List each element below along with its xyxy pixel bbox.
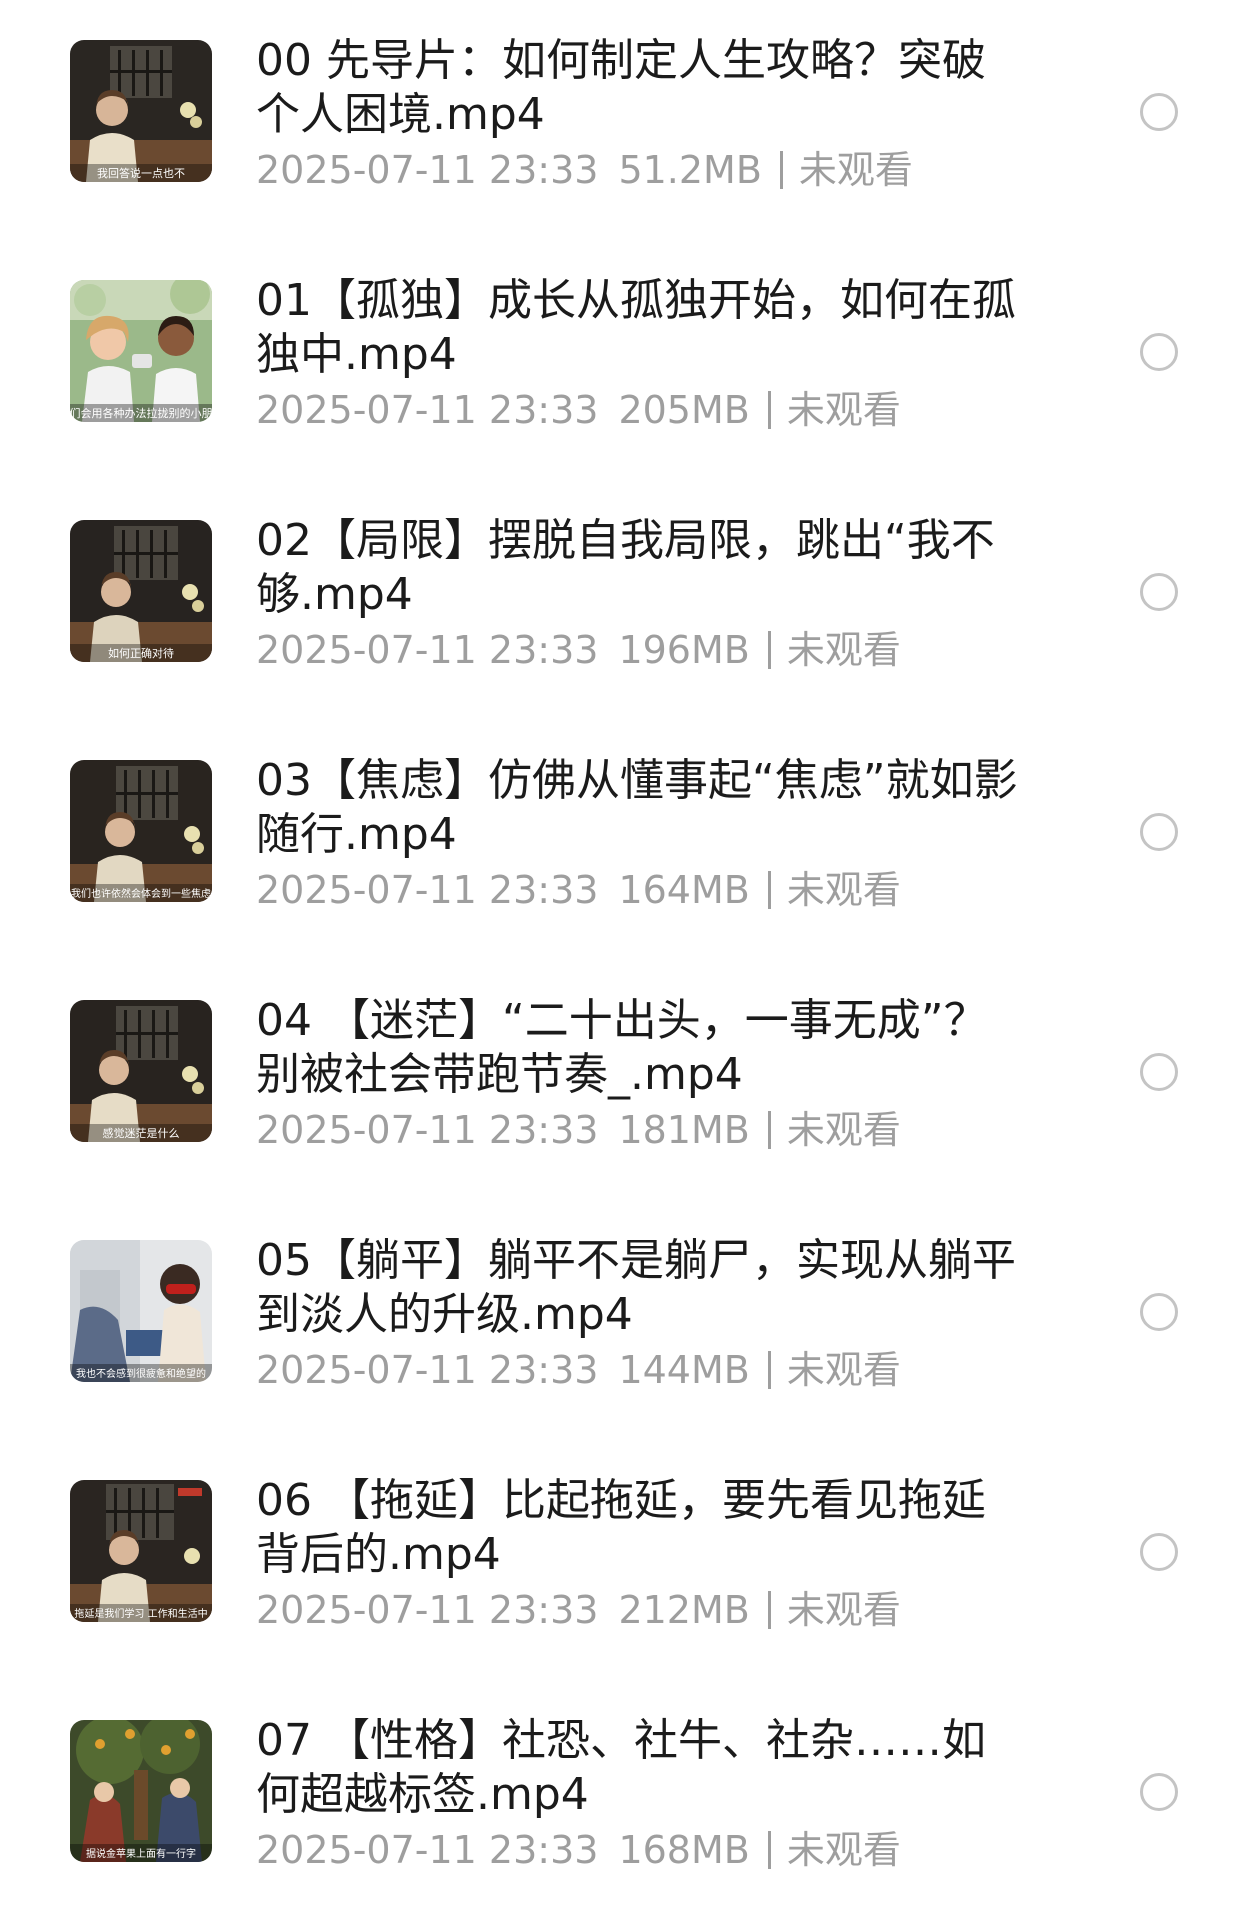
file-title[interactable]: 05【躺平】躺平不是躺尸，实现从躺平到淡人的升级.mp4 (256, 1234, 1026, 1342)
watch-status: 未观看 (786, 1828, 901, 1872)
file-title[interactable]: 03【焦虑】仿佛从懂事起“焦虑”就如影随行.mp4 (256, 754, 1026, 862)
video-thumbnail[interactable]: 我们也许依然会体会到一些焦虑 (70, 760, 212, 902)
file-title[interactable]: 07 【性格】社恐、社牛、社杂……如何超越标签.mp4 (256, 1714, 1026, 1822)
file-date: 2025-07-11 23:33 (256, 1108, 599, 1152)
file-row[interactable]: 拖延是我们学习 工作和生活中 06 【拖延】比起拖延，要先看见拖延背后的.mp4… (0, 1440, 1260, 1680)
meta-divider (767, 1831, 771, 1869)
file-meta: 2025-07-11 23:33 144MB 未观看 (256, 1346, 1056, 1394)
people-indoor-icon: 我也不会感到很疲惫和绝望的 (70, 1240, 212, 1382)
meta-divider (779, 151, 783, 189)
video-file-list: 我回答说一点也不 00 先导片：如何制定人生攻略？突破个人困境.mp4 2025… (0, 0, 1260, 1912)
file-row[interactable]: 我也不会感到很疲惫和绝望的 05【躺平】躺平不是躺尸，实现从躺平到淡人的升级.m… (0, 1200, 1260, 1440)
painting-tree-icon: 据说金苹果上面有一行字 (70, 1720, 212, 1862)
file-size: 212MB (618, 1588, 750, 1632)
file-date: 2025-07-11 23:33 (256, 628, 599, 672)
video-thumbnail[interactable]: 我也不会感到很疲惫和绝望的 (70, 1240, 212, 1382)
video-thumbnail[interactable]: 们会用各种办法拉拢别的小朋 (70, 280, 212, 422)
file-title[interactable]: 00 先导片：如何制定人生攻略？突破个人困境.mp4 (256, 34, 1026, 142)
video-thumbnail[interactable]: 如何正确对待 (70, 520, 212, 662)
thumbnail-caption: 感觉迷茫是什么 (103, 1126, 180, 1140)
file-date: 2025-07-11 23:33 (256, 388, 599, 432)
file-size: 196MB (618, 628, 750, 672)
video-thumbnail[interactable]: 感觉迷茫是什么 (70, 1000, 212, 1142)
file-title[interactable]: 01【孤独】成长从孤独开始，如何在孤独中.mp4 (256, 274, 1026, 382)
thumbnail-caption: 拖延是我们学习 工作和生活中 (74, 1607, 207, 1620)
file-date: 2025-07-11 23:33 (256, 148, 599, 192)
file-size: 168MB (618, 1828, 750, 1872)
watch-status: 未观看 (786, 1348, 901, 1392)
meta-divider (767, 1111, 771, 1149)
select-radio[interactable] (1140, 1293, 1178, 1331)
file-meta: 2025-07-11 23:33 212MB 未观看 (256, 1586, 1056, 1634)
file-size: 144MB (618, 1348, 750, 1392)
watch-status: 未观看 (786, 1108, 901, 1152)
file-size: 164MB (618, 868, 750, 912)
meta-divider (767, 871, 771, 909)
select-radio[interactable] (1140, 93, 1178, 131)
select-radio[interactable] (1140, 1773, 1178, 1811)
video-thumbnail[interactable]: 拖延是我们学习 工作和生活中 (70, 1480, 212, 1622)
thumbnail-caption: 据说金苹果上面有一行字 (86, 1847, 196, 1860)
thumbnail-caption: 我也不会感到很疲惫和绝望的 (76, 1367, 206, 1380)
children-outdoor-icon: 们会用各种办法拉拢别的小朋 (70, 280, 212, 422)
file-row[interactable]: 如何正确对待 02【局限】摆脱自我局限，跳出“我不够.mp4 2025-07-1… (0, 480, 1260, 720)
watch-status: 未观看 (786, 628, 901, 672)
file-meta: 2025-07-11 23:33 181MB 未观看 (256, 1106, 1056, 1154)
thumbnail-caption: 如何正确对待 (108, 646, 174, 660)
watch-status: 未观看 (786, 868, 901, 912)
studio-woman-icon: 拖延是我们学习 工作和生活中 (70, 1480, 212, 1622)
video-thumbnail[interactable]: 据说金苹果上面有一行字 (70, 1720, 212, 1862)
select-radio[interactable] (1140, 1053, 1178, 1091)
file-title[interactable]: 02【局限】摆脱自我局限，跳出“我不够.mp4 (256, 514, 1026, 622)
select-radio[interactable] (1140, 333, 1178, 371)
studio-woman-icon: 我回答说一点也不 (70, 40, 212, 182)
file-date: 2025-07-11 23:33 (256, 1828, 599, 1872)
watch-status: 未观看 (798, 148, 913, 192)
select-radio[interactable] (1140, 1533, 1178, 1571)
meta-divider (767, 1591, 771, 1629)
watch-status: 未观看 (786, 1588, 901, 1632)
select-radio[interactable] (1140, 573, 1178, 611)
file-meta: 2025-07-11 23:33 196MB 未观看 (256, 626, 1056, 674)
thumbnail-caption: 我回答说一点也不 (97, 166, 185, 180)
meta-divider (767, 631, 771, 669)
video-thumbnail[interactable]: 我回答说一点也不 (70, 40, 212, 182)
thumbnail-caption: 们会用各种办法拉拢别的小朋 (70, 406, 212, 420)
file-date: 2025-07-11 23:33 (256, 868, 599, 912)
file-date: 2025-07-11 23:33 (256, 1348, 599, 1392)
thumbnail-caption: 我们也许依然会体会到一些焦虑 (71, 887, 211, 900)
file-row[interactable]: 我回答说一点也不 00 先导片：如何制定人生攻略？突破个人困境.mp4 2025… (0, 0, 1260, 240)
file-size: 51.2MB (618, 148, 762, 192)
studio-woman-icon: 感觉迷茫是什么 (70, 1000, 212, 1142)
studio-woman-icon: 我们也许依然会体会到一些焦虑 (70, 760, 212, 902)
studio-woman-icon: 如何正确对待 (70, 520, 212, 662)
meta-divider (767, 1351, 771, 1389)
file-meta: 2025-07-11 23:33 168MB 未观看 (256, 1826, 1056, 1874)
file-row[interactable]: 我们也许依然会体会到一些焦虑 03【焦虑】仿佛从懂事起“焦虑”就如影随行.mp4… (0, 720, 1260, 960)
file-size: 181MB (618, 1108, 750, 1152)
watch-status: 未观看 (786, 388, 901, 432)
file-row[interactable]: 据说金苹果上面有一行字 07 【性格】社恐、社牛、社杂……如何超越标签.mp4 … (0, 1680, 1260, 1920)
file-meta: 2025-07-11 23:33 51.2MB 未观看 (256, 146, 1056, 194)
file-row[interactable]: 感觉迷茫是什么 04 【迷茫】“二十出头，一事无成”？别被社会带跑节奏_.mp4… (0, 960, 1260, 1200)
select-radio[interactable] (1140, 813, 1178, 851)
file-row[interactable]: 们会用各种办法拉拢别的小朋 01【孤独】成长从孤独开始，如何在孤独中.mp4 2… (0, 240, 1260, 480)
file-meta: 2025-07-11 23:33 205MB 未观看 (256, 386, 1056, 434)
file-title[interactable]: 04 【迷茫】“二十出头，一事无成”？别被社会带跑节奏_.mp4 (256, 994, 1026, 1102)
file-date: 2025-07-11 23:33 (256, 1588, 599, 1632)
file-size: 205MB (618, 388, 750, 432)
file-title[interactable]: 06 【拖延】比起拖延，要先看见拖延背后的.mp4 (256, 1474, 1026, 1582)
meta-divider (767, 391, 771, 429)
file-meta: 2025-07-11 23:33 164MB 未观看 (256, 866, 1056, 914)
